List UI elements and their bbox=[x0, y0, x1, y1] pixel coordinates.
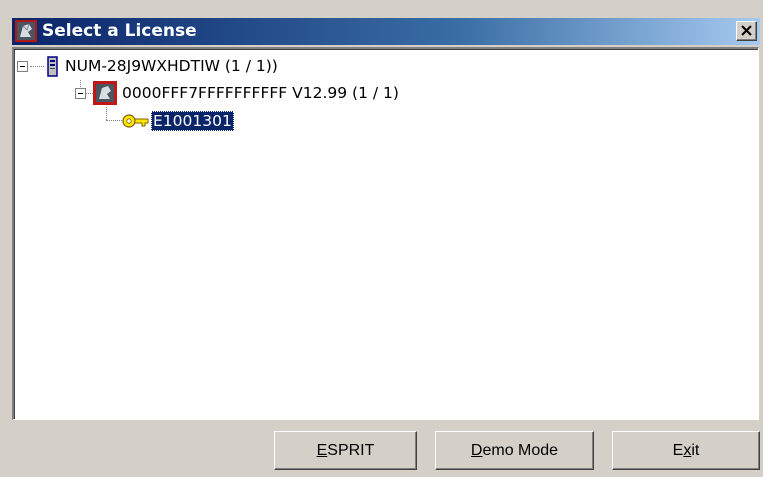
license-tree[interactable]: NUM-28J9WXHDTIW (1 / 1)) 0000FFF7FFFFFFF… bbox=[12, 47, 759, 420]
exit-button[interactable]: Exit bbox=[612, 431, 760, 470]
window-title: Select a License bbox=[42, 21, 197, 41]
key-icon bbox=[122, 112, 149, 138]
exit-label-rest: it bbox=[691, 442, 700, 459]
title-bar[interactable]: Select a License bbox=[12, 18, 760, 45]
esprit-mnemonic: E bbox=[316, 442, 328, 459]
esprit-label-rest: SPRIT bbox=[327, 442, 375, 459]
esprit-button[interactable]: ESPRIT bbox=[274, 431, 417, 470]
demo-mnemonic: D bbox=[470, 442, 483, 459]
tree-node-label: E1001301 bbox=[151, 111, 234, 131]
tree-node-label: NUM-28J9WXHDTIW (1 / 1)) bbox=[65, 57, 278, 75]
demo-label-rest: emo Mode bbox=[482, 442, 559, 459]
tree-node-label: 0000FFF7FFFFFFFFFF V12.99 (1 / 1) bbox=[122, 84, 399, 102]
collapse-icon[interactable] bbox=[75, 88, 86, 99]
app-icon bbox=[15, 20, 37, 42]
tree-node-license[interactable]: E1001301 bbox=[14, 108, 754, 134]
close-button[interactable] bbox=[736, 21, 757, 41]
tree-node-server[interactable]: NUM-28J9WXHDTIW (1 / 1)) bbox=[14, 53, 754, 79]
demo-mode-button[interactable]: Demo Mode bbox=[435, 431, 594, 470]
exit-label-pre: E bbox=[672, 442, 684, 459]
tree-node-product[interactable]: 0000FFF7FFFFFFFFFF V12.99 (1 / 1) bbox=[14, 80, 754, 106]
close-icon bbox=[741, 25, 752, 36]
collapse-icon[interactable] bbox=[17, 61, 28, 72]
license-dialog: Select a License NUM-28J9WXHDTIW (1 / 1)… bbox=[0, 0, 763, 477]
